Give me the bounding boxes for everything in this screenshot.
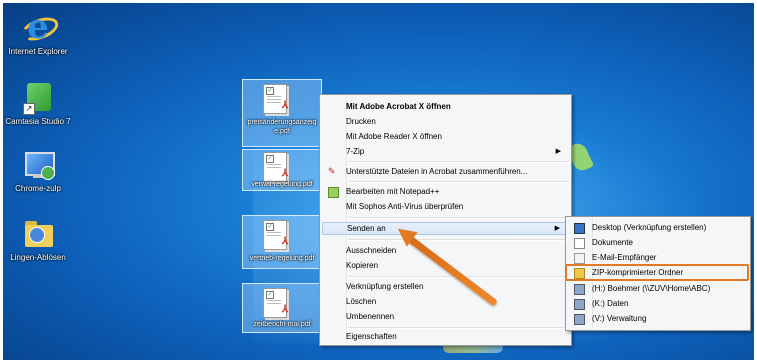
pdf-document-icon: ✓ ⅄ xyxy=(263,84,288,114)
acrobat-icon: ✎ xyxy=(328,166,336,176)
network-drive-icon xyxy=(574,299,585,310)
menu-item-open-reader[interactable]: Mit Adobe Reader X öffnen xyxy=(322,130,569,143)
screenshot-frame: e Internet Explorer ↗ Camtasia Studio 7 … xyxy=(0,0,757,363)
monitor-refresh-icon xyxy=(21,148,55,182)
zip-highlight-box xyxy=(565,264,749,281)
file-label: verwal-regelung.pdf xyxy=(251,181,313,188)
send-to-drive-h[interactable]: (H:) Boehmer (\\ZUV\Home\ABC) xyxy=(568,282,748,295)
internet-explorer-icon: e xyxy=(18,10,62,45)
menu-item-cut[interactable]: Ausschneiden xyxy=(322,244,569,257)
folder-users-icon xyxy=(21,217,55,251)
menu-item-send-to[interactable]: Senden an ▶ xyxy=(322,222,569,235)
menu-item-sophos[interactable]: Mit Sophos Anti-Virus überprüfen xyxy=(322,200,569,213)
selected-file[interactable]: ✓ ⅄ verwal-regelung.pdf xyxy=(242,149,322,191)
send-to-drive-v[interactable]: (V:) Verwaltung xyxy=(568,312,748,325)
context-menu: Mit Adobe Acrobat X öffnen Drucken Mit A… xyxy=(319,94,572,346)
menu-item-create-shortcut[interactable]: Verknüpfung erstellen xyxy=(322,280,569,293)
desktop-icon-lingen[interactable]: Lingen-Ablösen xyxy=(3,217,73,263)
selected-file[interactable]: ✓ ⅄ preisänderungsanzeige.pdf xyxy=(242,79,322,147)
menu-item-open-acrobat[interactable]: Mit Adobe Acrobat X öffnen xyxy=(322,100,569,113)
desktop-icon-label: Internet Explorer xyxy=(8,47,68,56)
menu-item-7zip[interactable]: 7-Zip ▶ xyxy=(322,145,569,158)
selected-file[interactable]: ✓ ⅄ zeitbericht-mai.pdf xyxy=(242,283,322,333)
submenu-arrow-icon: ▶ xyxy=(554,225,560,232)
pdf-document-icon: ✓ ⅄ xyxy=(263,220,288,250)
menu-item-delete[interactable]: Löschen xyxy=(322,295,569,308)
menu-item-notepad[interactable]: Bearbeiten mit Notepad++ xyxy=(322,185,569,198)
file-label: preisänderungsanzeige.pdf xyxy=(247,119,317,135)
mail-icon xyxy=(574,253,585,264)
selected-file[interactable]: ✓ ⅄ vertrieb-regelung.pdf xyxy=(242,215,322,269)
menu-separator xyxy=(348,327,569,329)
menu-item-acrobat-combine[interactable]: ✎ Unterstützte Dateien in Acrobat zusamm… xyxy=(322,165,569,178)
desktop-icon-label: Chrome-zulp xyxy=(15,184,61,193)
network-drive-icon xyxy=(574,314,585,325)
desktop-icon-label: Camtasia Studio 7 xyxy=(5,117,71,126)
desktop-icon xyxy=(574,223,585,234)
desktop-icon-label: Lingen-Ablösen xyxy=(10,253,66,262)
send-to-desktop[interactable]: Desktop (Verknüpfung erstellen) xyxy=(568,221,748,234)
menu-item-rename[interactable]: Umbenennen xyxy=(322,310,569,323)
notepad-icon xyxy=(328,187,339,198)
menu-item-print[interactable]: Drucken xyxy=(322,115,569,128)
desktop-icon-chrome-zulp[interactable]: Chrome-zulp xyxy=(3,148,73,194)
send-to-documents[interactable]: Dokumente xyxy=(568,236,748,249)
documents-icon xyxy=(574,238,585,249)
menu-separator xyxy=(348,217,569,219)
menu-separator xyxy=(348,181,569,183)
desktop[interactable]: e Internet Explorer ↗ Camtasia Studio 7 … xyxy=(3,3,754,360)
file-label: vertrieb-regelung.pdf xyxy=(249,255,315,262)
pdf-document-icon: ✓ ⅄ xyxy=(263,152,288,182)
menu-separator xyxy=(348,161,569,163)
menu-item-properties[interactable]: Eigenschaften xyxy=(322,330,569,343)
submenu-arrow-icon: ▶ xyxy=(555,148,561,155)
file-label: zeitbericht-mai.pdf xyxy=(253,321,311,328)
send-to-mail[interactable]: E-Mail-Empfänger xyxy=(568,251,748,264)
desktop-icon-camtasia[interactable]: ↗ Camtasia Studio 7 xyxy=(3,81,73,127)
desktop-icon-internet-explorer[interactable]: e Internet Explorer xyxy=(3,10,73,57)
menu-separator xyxy=(348,239,569,241)
camtasia-icon: ↗ xyxy=(21,81,55,115)
send-to-drive-k[interactable]: (K:) Daten xyxy=(568,297,748,310)
network-drive-icon xyxy=(574,284,585,295)
pdf-document-icon: ✓ ⅄ xyxy=(263,288,288,318)
